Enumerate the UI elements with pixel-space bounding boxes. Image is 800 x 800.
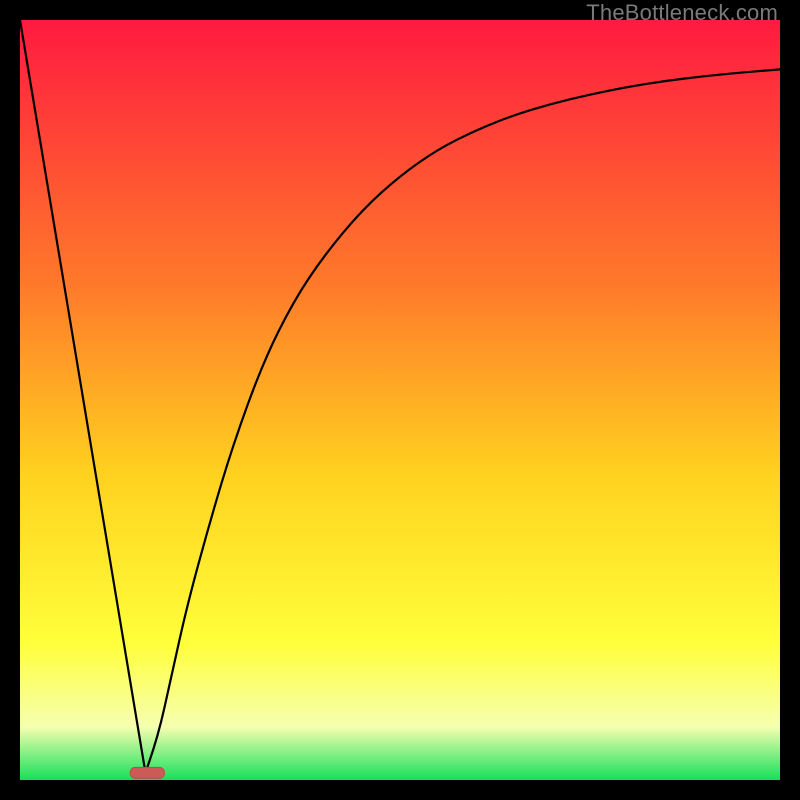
watermark-text: TheBottleneck.com [586, 0, 778, 26]
minimum-marker [130, 767, 164, 778]
gradient-background [20, 20, 780, 780]
bottleneck-chart [20, 20, 780, 780]
plot-frame [20, 20, 780, 780]
